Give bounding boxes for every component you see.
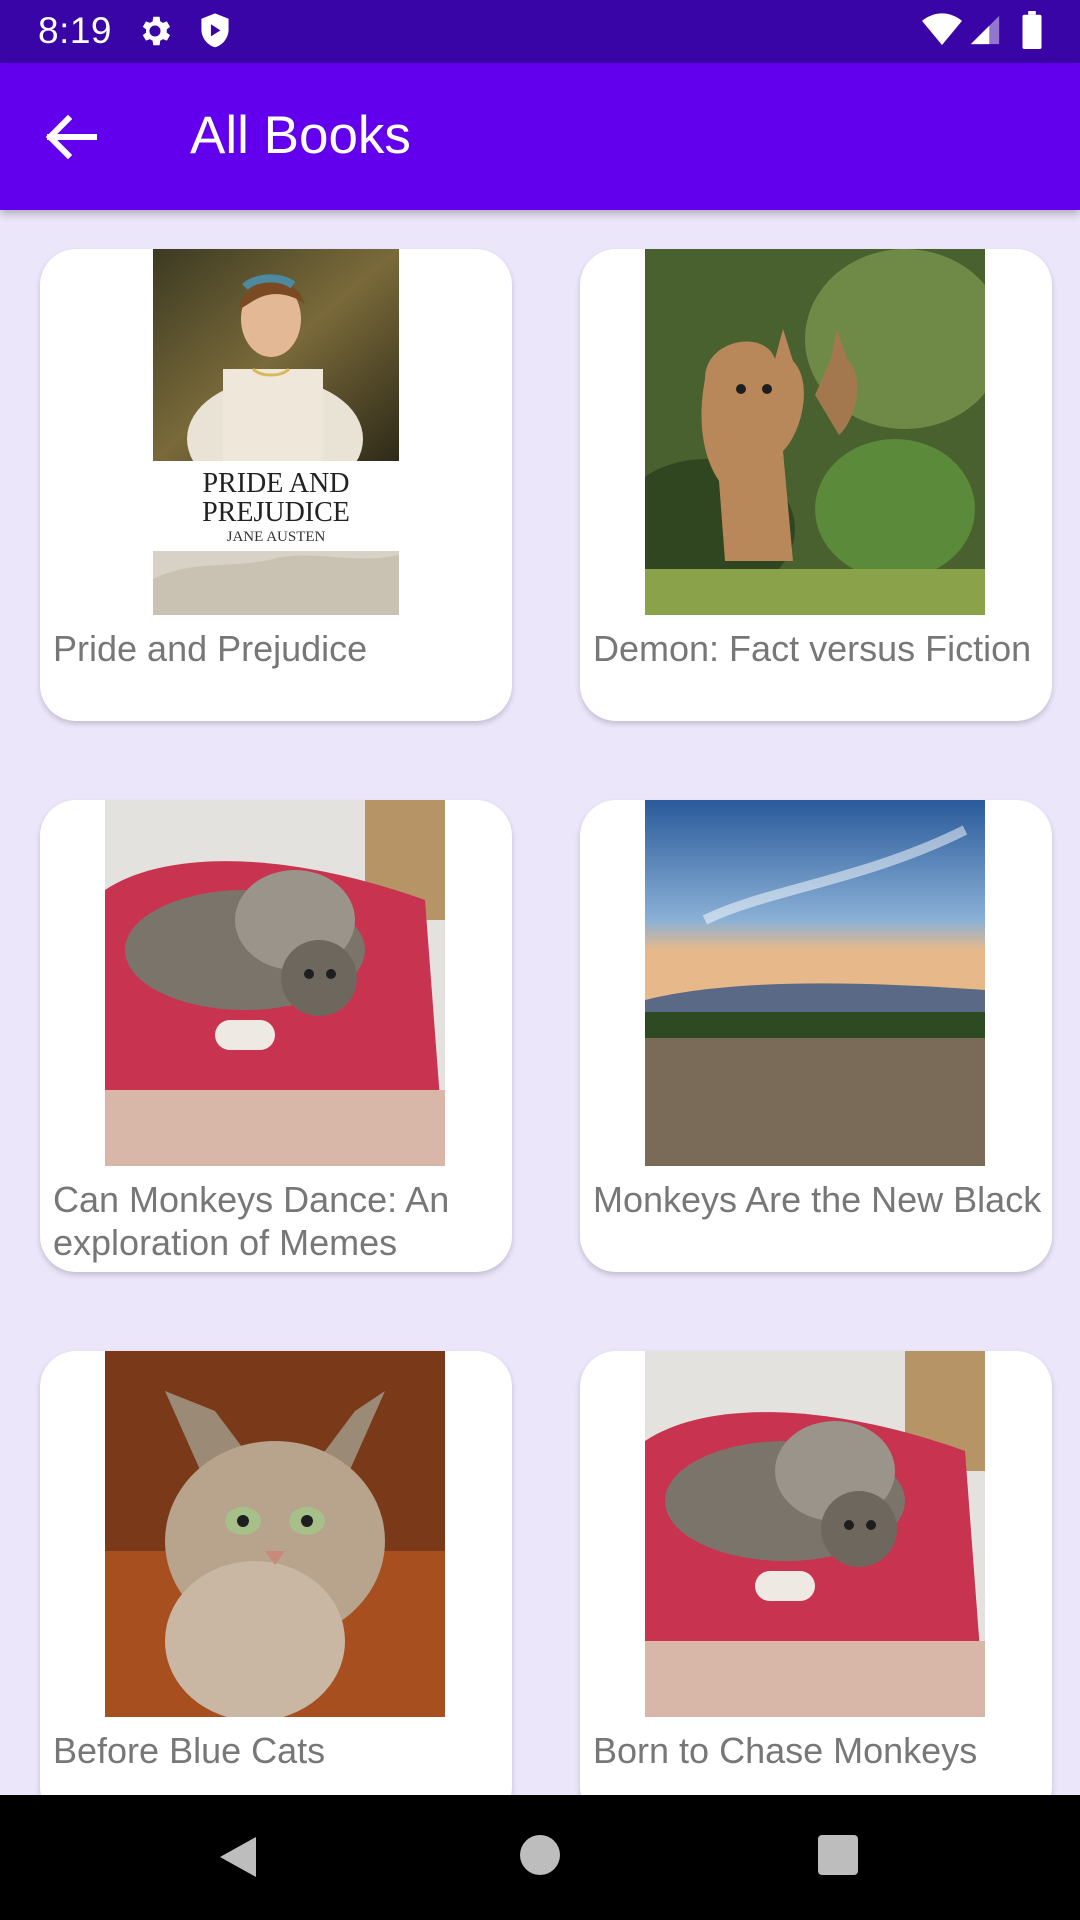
- book-title: Born to Chase Monkeys: [593, 1730, 978, 1771]
- book-card[interactable]: Demon: Fact versus Fiction: [580, 249, 1052, 721]
- arrow-back-icon[interactable]: [36, 109, 108, 165]
- gear-icon: [142, 16, 171, 46]
- status-time: 8:19: [38, 10, 113, 51]
- kittens-on-bag-photo: [645, 1351, 985, 1717]
- cover-text-line2: PREJUDICE: [202, 497, 350, 528]
- navigation-bar: [0, 1795, 1080, 1920]
- wifi-icon: [922, 13, 962, 46]
- tabby-cat-photo: [105, 1351, 445, 1717]
- cover-text-author: JANE AUSTEN: [227, 529, 326, 545]
- book-title: Demon: Fact versus Fiction: [593, 628, 1032, 669]
- book-card[interactable]: PRIDE AND PREJUDICE JANE AUSTEN Pride an…: [40, 249, 512, 721]
- book-card[interactable]: Can Monkeys Dance: An exploration of Mem…: [40, 800, 512, 1272]
- app-bar: All Books: [0, 63, 1080, 210]
- book-card[interactable]: Monkeys Are the New Black: [580, 800, 1052, 1272]
- shield-icon: [201, 13, 229, 48]
- sky-landscape-photo: [645, 800, 985, 1166]
- book-title: Before Blue Cats: [53, 1730, 326, 1771]
- book-card[interactable]: Born to Chase Monkeys: [580, 1351, 1052, 1795]
- signal-icon: [970, 15, 1000, 45]
- book-title: Can Monkeys Dance: An exploration of Mem…: [53, 1179, 450, 1263]
- book-card[interactable]: Before Blue Cats: [40, 1351, 512, 1795]
- book-grid: PRIDE AND PREJUDICE JANE AUSTEN Pride an…: [0, 210, 1080, 1795]
- lynx-photo: [645, 249, 985, 615]
- book-title: Pride and Prejudice: [53, 628, 368, 669]
- status-bar: 8:19: [0, 0, 1080, 63]
- page-title: All Books: [190, 106, 411, 165]
- nav-back-icon[interactable]: [216, 1833, 260, 1881]
- nav-recents-icon[interactable]: [818, 1835, 858, 1875]
- nav-home-icon[interactable]: [520, 1835, 560, 1875]
- book-cover-portrait-woman: PRIDE AND PREJUDICE JANE AUSTEN: [153, 249, 399, 615]
- cover-text-line1: PRIDE AND: [202, 468, 349, 499]
- battery-icon: [1022, 11, 1042, 49]
- kittens-on-bag-photo: [105, 800, 445, 1166]
- book-title: Monkeys Are the New Black: [593, 1179, 1042, 1220]
